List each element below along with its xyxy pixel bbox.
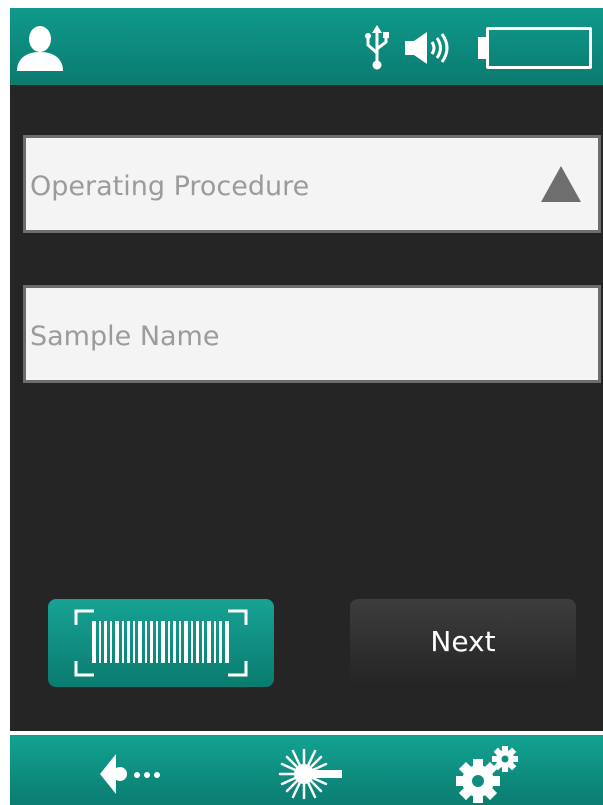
laser-icon[interactable] bbox=[278, 746, 344, 802]
triangle-up-icon[interactable] bbox=[541, 166, 581, 202]
settings-icon[interactable] bbox=[453, 743, 523, 805]
user-icon[interactable] bbox=[15, 25, 65, 71]
sample-name-placeholder: Sample Name bbox=[30, 321, 220, 352]
speaker-icon[interactable] bbox=[405, 32, 453, 64]
bottom-nav-bar bbox=[10, 735, 603, 805]
next-button-label: Next bbox=[430, 625, 496, 658]
back-icon[interactable] bbox=[100, 754, 162, 794]
battery-body bbox=[486, 27, 592, 69]
usb-icon bbox=[365, 25, 389, 70]
battery-tip bbox=[478, 37, 486, 59]
barcode-icon bbox=[74, 609, 248, 677]
scan-barcode-button[interactable] bbox=[48, 599, 274, 687]
operating-procedure-dropdown[interactable]: Operating Procedure bbox=[23, 135, 601, 233]
next-button[interactable]: Next bbox=[350, 599, 576, 687]
operating-procedure-placeholder: Operating Procedure bbox=[30, 171, 310, 202]
device-screen: Operating Procedure Sample Name Next bbox=[10, 8, 603, 805]
sample-name-field[interactable]: Sample Name bbox=[23, 285, 601, 383]
status-bar bbox=[10, 8, 603, 85]
